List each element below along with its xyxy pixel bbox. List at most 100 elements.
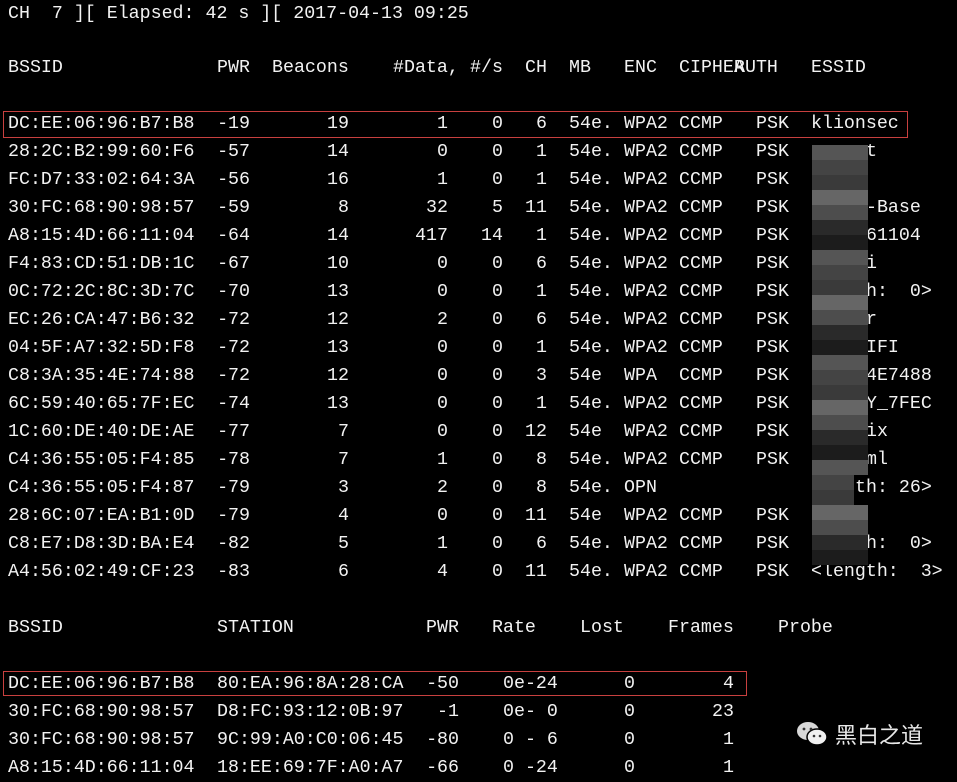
mosaic-block: [840, 460, 854, 475]
channel: 11: [525, 198, 547, 218]
mosaic-block: [826, 190, 840, 205]
mosaic-block: [840, 280, 854, 295]
mosaic-block: [840, 550, 854, 565]
header-frames: Frames: [668, 618, 734, 638]
encryption: WPA2: [624, 562, 668, 582]
mosaic-block: [826, 250, 840, 265]
mosaic-block: [826, 490, 840, 505]
station-row: DC:EE:06:96:B7:B8 80:EA:96:8A:28:CA -50 0e-…: [8, 670, 957, 698]
max-bitrate: 54e.: [569, 338, 613, 358]
cipher: CCMP: [679, 226, 723, 246]
encryption: WPA: [624, 366, 657, 386]
encryption: WPA2: [624, 142, 668, 162]
channel: 1: [536, 170, 547, 190]
mosaic-block: [826, 415, 840, 430]
header-bssid: BSSID: [8, 58, 63, 78]
encryption: WPA2: [624, 394, 668, 414]
max-bitrate: 54e.: [569, 534, 613, 554]
mosaic-block: [854, 505, 868, 520]
mosaic-block: [840, 205, 854, 220]
frames: 1: [723, 758, 734, 778]
mosaic-block: [826, 205, 840, 220]
mosaic-block: [812, 550, 826, 565]
mosaic-block: [826, 475, 840, 490]
mosaic-block: [812, 475, 826, 490]
watermark-text: 黑白之道: [835, 724, 924, 749]
mosaic-block: [812, 175, 826, 190]
encryption: WPA2: [624, 310, 668, 330]
mosaic-block: [812, 280, 826, 295]
max-bitrate: 54e.: [569, 226, 613, 246]
auth: PSK: [756, 534, 789, 554]
header-lost: Lost: [580, 618, 624, 638]
header-probe: Probe: [778, 618, 833, 638]
auth: PSK: [756, 562, 789, 582]
cipher: CCMP: [679, 114, 723, 134]
mosaic-block: [826, 160, 840, 175]
mosaic-block: [826, 220, 840, 235]
mosaic-block: [812, 535, 826, 550]
mosaic-block: [826, 550, 840, 565]
mosaic-block: [826, 445, 840, 460]
mosaic-block: [812, 520, 826, 535]
mosaic-block: [840, 145, 854, 160]
header-enc: ENC: [624, 58, 657, 78]
mosaic-block: [812, 205, 826, 220]
header-pwr: PWR: [426, 618, 459, 638]
max-bitrate: 54e.: [569, 254, 613, 274]
mosaic-block: [854, 295, 868, 310]
mosaic-block: [840, 445, 854, 460]
mosaic-block: [812, 190, 826, 205]
mosaic-block: [826, 175, 840, 190]
channel: 12: [525, 422, 547, 442]
cipher: CCMP: [679, 142, 723, 162]
mosaic-block: [812, 400, 826, 415]
channel: 1: [536, 142, 547, 162]
max-bitrate: 54e: [569, 422, 602, 442]
mosaic-block: [840, 160, 854, 175]
header-auth: AUTH: [734, 58, 778, 78]
wechat-icon: [797, 722, 828, 746]
mosaic-block: [840, 340, 854, 355]
cipher: CCMP: [679, 450, 723, 470]
encryption: WPA2: [624, 422, 668, 442]
channel: 1: [536, 282, 547, 302]
mosaic-block: [854, 415, 868, 430]
auth: PSK: [756, 506, 789, 526]
mosaic-block: [854, 400, 868, 415]
mosaic-block: [826, 370, 840, 385]
mosaic-block: [840, 355, 854, 370]
channel: 8: [536, 478, 547, 498]
header-ch: CH: [525, 58, 547, 78]
encryption: WPA2: [624, 114, 668, 134]
channel: 1: [536, 394, 547, 414]
auth: PSK: [756, 366, 789, 386]
encryption: WPA2: [624, 450, 668, 470]
cipher: CCMP: [679, 366, 723, 386]
mosaic-block: [854, 430, 868, 445]
encryption: WPA2: [624, 254, 668, 274]
mosaic-block: [812, 385, 826, 400]
mosaic-block: [812, 340, 826, 355]
header-mb: MB: [569, 58, 591, 78]
header-essid: ESSID: [811, 58, 866, 78]
header-station: STATION: [217, 618, 294, 638]
station-table-header: BSSID STATION PWR Rate Lost Frames Probe: [8, 614, 957, 642]
cipher: CCMP: [679, 534, 723, 554]
max-bitrate: 54e.: [569, 198, 613, 218]
mosaic-block: [840, 400, 854, 415]
mosaic-block: [854, 520, 868, 535]
mosaic-block: [812, 160, 826, 175]
frames: 4: [723, 674, 734, 694]
mosaic-block: [854, 235, 868, 250]
mosaic-block: [812, 265, 826, 280]
mosaic-block: [840, 310, 854, 325]
frames: 1: [723, 730, 734, 750]
mosaic-block: [826, 145, 840, 160]
cipher: CCMP: [679, 338, 723, 358]
mosaic-block: [826, 520, 840, 535]
auth: PSK: [756, 282, 789, 302]
encryption: WPA2: [624, 506, 668, 526]
mosaic-block: [840, 535, 854, 550]
ap-table-header: BSSID PWR Beacons #Data, #/s CH MB ENC CIPHER AUT…: [8, 54, 957, 82]
